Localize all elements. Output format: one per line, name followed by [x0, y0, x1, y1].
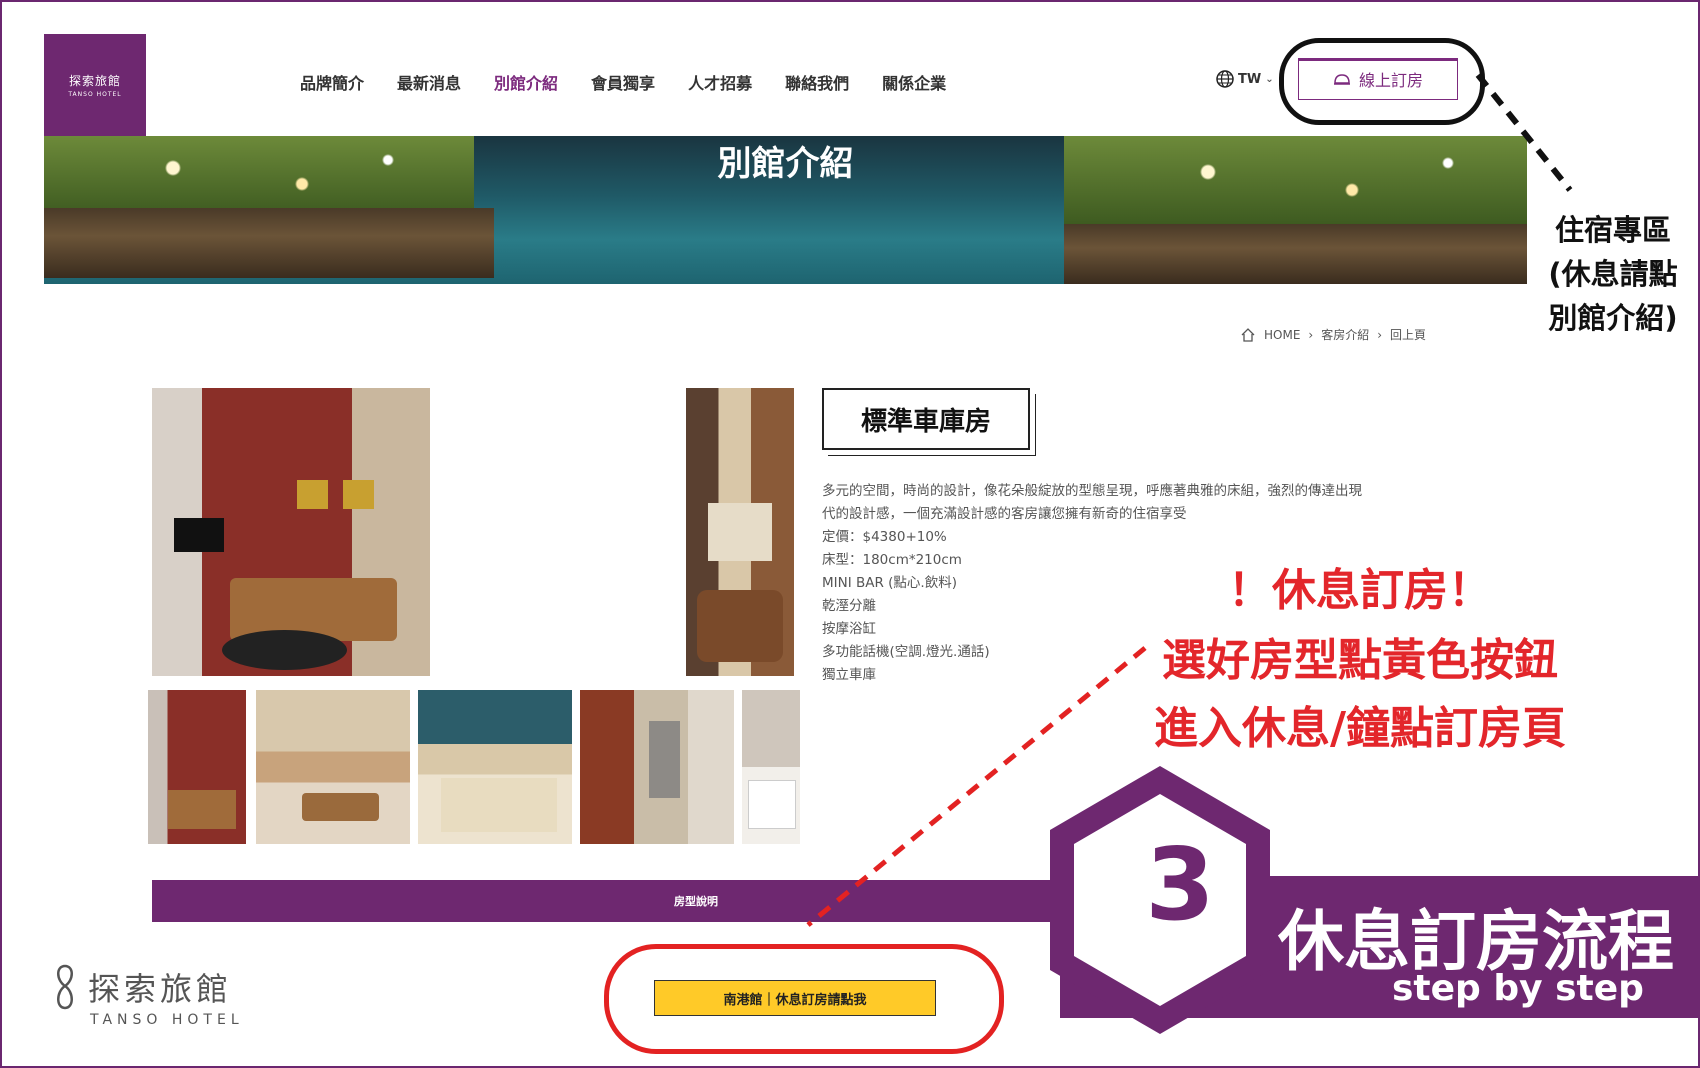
bottom-logo: 探索旅館 TANSO HOTEL	[52, 962, 244, 1028]
bottom-logo-cn: 探索旅館	[88, 970, 233, 1008]
bottom-logo-en: TANSO HOTEL	[90, 1012, 244, 1028]
red-note-line: 進入休息/鐘點訂房頁	[1153, 703, 1567, 754]
lodging-note-line: 住宿專區	[1554, 213, 1671, 247]
lodging-note-line: (休息請點	[1548, 257, 1678, 291]
step-number: 3	[1145, 826, 1215, 943]
lodging-note: 住宿專區 (休息請點 別館介紹)	[1528, 208, 1698, 340]
red-note-line: 選好房型點黃色按鈕	[1162, 635, 1558, 686]
lodging-note-line: 別館介紹)	[1548, 301, 1678, 335]
red-note-line: ！休息訂房！	[1228, 565, 1492, 616]
highlight-circle-rest-booking	[604, 944, 1004, 1054]
logo-mark-icon	[57, 964, 73, 1010]
step-subtitle: step by step	[1392, 968, 1644, 1009]
